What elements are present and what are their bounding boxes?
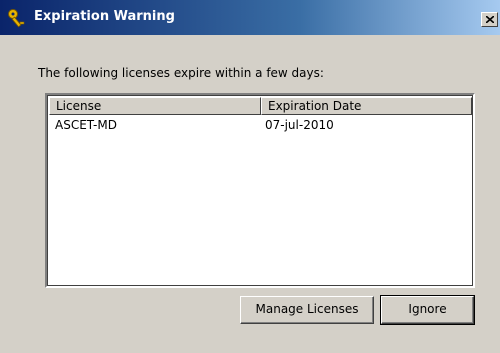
license-cell: ASCET-MD: [55, 118, 117, 132]
expiration-message: The following licenses expire within a f…: [38, 66, 324, 80]
table-row[interactable]: ASCET-MD 07-jul-2010: [55, 117, 469, 133]
close-button[interactable]: [481, 12, 498, 27]
window-title: Expiration Warning: [34, 9, 175, 24]
column-header-expiration-date[interactable]: Expiration Date: [261, 97, 472, 115]
key-icon: [7, 8, 27, 28]
license-list[interactable]: License Expiration Date ASCET-MD 07-jul-…: [45, 93, 475, 288]
column-header-license[interactable]: License: [49, 97, 261, 115]
title-bar[interactable]: Expiration Warning: [0, 0, 500, 35]
ignore-button[interactable]: Ignore: [380, 295, 475, 325]
close-icon: [486, 16, 494, 23]
expiration-date-cell: 07-jul-2010: [265, 118, 334, 132]
manage-licenses-button[interactable]: Manage Licenses: [240, 296, 374, 324]
list-header: License Expiration Date: [49, 97, 472, 115]
